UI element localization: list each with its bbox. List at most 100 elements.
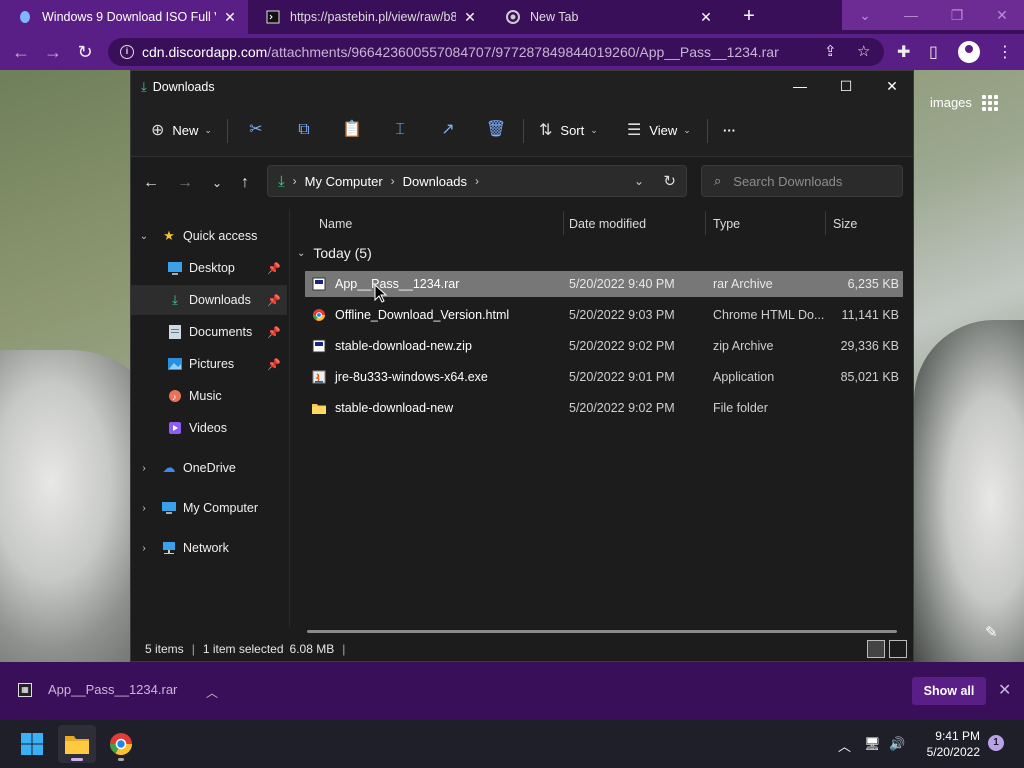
file-row[interactable]: jre-8u333-windows-x64.exe 5/20/2022 9:01…	[305, 364, 903, 390]
site-info-icon[interactable]: i	[120, 45, 134, 59]
view-button[interactable]: ☰ View ⌄	[627, 119, 691, 141]
sidebar-item-network[interactable]: › Network	[131, 533, 287, 563]
bookmark-star-icon[interactable]: ☆	[857, 42, 870, 60]
refresh-icon[interactable]: ↻	[663, 172, 676, 190]
profile-avatar-icon[interactable]	[958, 41, 980, 63]
search-input[interactable]: ⌕ Search Downloads	[701, 165, 903, 197]
column-header-type[interactable]: Type	[705, 211, 825, 237]
volume-icon[interactable]: 🔊	[889, 736, 905, 752]
tab-close-icon[interactable]: ✕	[698, 9, 714, 26]
explorer-close-button[interactable]: ✕	[869, 71, 915, 101]
expand-chevron-icon[interactable]: ›	[137, 503, 151, 514]
network-icon[interactable]: 🖥	[864, 736, 881, 752]
customize-pencil-icon[interactable]: ✎	[985, 623, 998, 641]
maximize-button[interactable]: ❐	[934, 0, 980, 30]
minimize-button[interactable]: —	[888, 0, 934, 30]
forward-arrow-icon[interactable]: →	[173, 171, 197, 195]
address-dropdown-chevron-icon[interactable]: ⌄	[634, 174, 644, 188]
new-button[interactable]: ⊕ New ⌄	[151, 119, 212, 141]
up-arrow-icon[interactable]: ↑	[233, 171, 257, 195]
downloads-arrow-icon: ⤓	[172, 292, 178, 307]
rename-icon[interactable]: ⌶	[389, 119, 411, 141]
copy-icon[interactable]: ⧉	[293, 119, 315, 141]
file-row[interactable]: stable-download-new.zip 5/20/2022 9:02 P…	[305, 333, 903, 359]
sidebar-item-documents[interactable]: Documents 📌	[131, 317, 287, 347]
divider	[707, 119, 708, 143]
tiles-view-icon[interactable]	[889, 640, 907, 658]
file-row[interactable]: stable-download-new 5/20/2022 9:02 PM Fi…	[305, 395, 903, 421]
address-breadcrumb[interactable]: ⤓ › My Computer › Downloads › ⌄ ↻	[267, 165, 687, 197]
apps-grid-icon[interactable]	[982, 95, 998, 111]
sidebar-item-music[interactable]: ♪ Music	[131, 381, 287, 411]
sidebar-item-onedrive[interactable]: › ☁ OneDrive	[131, 453, 287, 483]
back-button[interactable]: ←	[8, 40, 34, 64]
url-path: /attachments/966423600557084707/97728784…	[267, 44, 779, 60]
horizontal-scrollbar[interactable]	[307, 630, 897, 633]
tab-close-icon[interactable]: ✕	[462, 9, 478, 26]
column-header-date[interactable]: Date modified	[561, 211, 703, 237]
cut-icon[interactable]: ✂	[245, 119, 267, 141]
file-size: 85,021 KB	[840, 370, 899, 384]
show-hidden-icons-chevron-icon[interactable]: ︿	[838, 736, 851, 755]
explorer-minimize-button[interactable]: —	[777, 71, 823, 101]
see-more-button[interactable]: ···	[723, 119, 736, 141]
images-link[interactable]: images	[930, 95, 972, 110]
new-tab-button[interactable]: +	[736, 4, 762, 30]
back-arrow-icon[interactable]: ←	[139, 171, 163, 195]
side-panel-icon[interactable]: ▯	[929, 42, 938, 62]
extensions-icon[interactable]: ✚	[897, 42, 910, 62]
download-item[interactable]: ▦ App__Pass__1234.rar	[18, 682, 177, 697]
recent-locations-chevron-icon[interactable]: ⌄	[205, 171, 229, 195]
taskbar-file-explorer[interactable]	[58, 725, 96, 763]
tab-pastebin[interactable]: https://pastebin.pl/view/raw/b8( ✕	[248, 0, 488, 34]
sort-button[interactable]: ⇅ Sort ⌄	[539, 119, 598, 141]
file-row[interactable]: Offline_Download_Version.html 5/20/2022 …	[305, 302, 903, 328]
sidebar-item-quick-access[interactable]: ⌄ ★ Quick access	[131, 221, 287, 251]
tab-windows9[interactable]: Windows 9 Download ISO Full Ve ✕	[0, 0, 248, 34]
group-header-today[interactable]: ⌄ Today (5)	[297, 245, 372, 261]
address-bar[interactable]: i cdn.discordapp.com/attachments/9664236…	[108, 38, 884, 66]
folder-icon	[65, 736, 89, 754]
sidebar-item-desktop[interactable]: Desktop 📌	[131, 253, 287, 283]
share-icon[interactable]: ⇪	[824, 42, 837, 60]
start-button[interactable]	[13, 725, 51, 763]
explorer-maximize-button[interactable]: ☐	[823, 71, 869, 101]
show-all-button[interactable]: Show all	[912, 677, 986, 705]
paste-icon[interactable]: 📋	[341, 119, 363, 141]
chevron-up-icon[interactable]: ︿	[206, 684, 218, 701]
sidebar-item-downloads[interactable]: ⤓ Downloads 📌	[131, 285, 287, 315]
file-type: Chrome HTML Do...	[713, 308, 825, 322]
file-row[interactable]: App__Pass__1234.rar 5/20/2022 9:40 PM ra…	[305, 271, 903, 297]
expand-chevron-icon[interactable]: ›	[137, 463, 151, 474]
pane-divider[interactable]	[289, 209, 290, 627]
sidebar-item-videos[interactable]: Videos	[131, 413, 287, 443]
column-header-name[interactable]: Name	[311, 211, 563, 237]
taskbar-chrome[interactable]	[102, 725, 140, 763]
column-header-size[interactable]: Size	[825, 211, 905, 237]
download-file-name: App__Pass__1234.rar	[48, 682, 178, 697]
expand-chevron-icon[interactable]: ⌄	[137, 231, 151, 242]
sidebar-item-my-computer[interactable]: › My Computer	[131, 493, 287, 523]
expand-chevron-icon[interactable]: ›	[137, 543, 151, 554]
sidebar-item-pictures[interactable]: Pictures 📌	[131, 349, 287, 379]
star-icon: ★	[163, 228, 175, 243]
file-name: App__Pass__1234.rar	[335, 277, 460, 291]
tab-close-icon[interactable]: ✕	[222, 9, 238, 26]
tab-search-icon[interactable]: ⌄	[842, 0, 888, 30]
reload-button[interactable]: ↻	[72, 40, 98, 64]
menu-kebab-icon[interactable]: ⋮	[997, 42, 1013, 62]
tab-newtab[interactable]: New Tab ✕	[488, 0, 724, 34]
delete-icon[interactable]: 🗑	[485, 119, 507, 141]
close-window-button[interactable]: ✕	[980, 0, 1024, 30]
sidebar-item-label: My Computer	[183, 501, 259, 515]
collapse-chevron-icon[interactable]: ⌄	[297, 248, 305, 259]
notification-badge[interactable]: 1	[988, 735, 1004, 751]
share-icon[interactable]: ↗	[437, 119, 459, 141]
clock[interactable]: 9:41 PM 5/20/2022	[918, 728, 980, 760]
chevron-down-icon: ⌄	[204, 124, 212, 135]
breadcrumb-downloads[interactable]: Downloads	[403, 174, 467, 189]
close-shelf-icon[interactable]: ✕	[998, 680, 1011, 700]
breadcrumb-my-computer[interactable]: My Computer	[305, 174, 383, 189]
forward-button[interactable]: →	[40, 40, 66, 64]
details-view-icon[interactable]	[867, 640, 885, 658]
